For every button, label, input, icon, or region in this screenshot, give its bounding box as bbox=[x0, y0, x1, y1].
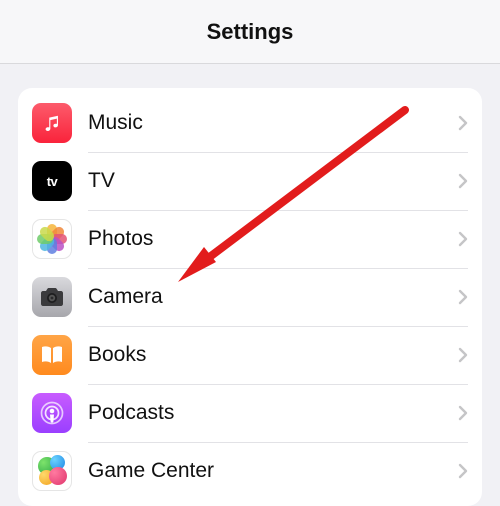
chevron-right-icon bbox=[458, 463, 468, 479]
chevron-right-icon bbox=[458, 173, 468, 189]
page-title: Settings bbox=[207, 19, 294, 45]
row-label: Camera bbox=[88, 285, 452, 309]
books-icon bbox=[32, 335, 72, 375]
chevron-right-icon bbox=[458, 405, 468, 421]
music-icon bbox=[32, 103, 72, 143]
settings-row-camera[interactable]: Camera bbox=[18, 268, 482, 326]
row-label: Photos bbox=[88, 227, 452, 251]
chevron-right-icon bbox=[458, 347, 468, 363]
photos-icon bbox=[32, 219, 72, 259]
header: Settings bbox=[0, 0, 500, 64]
row-label: Game Center bbox=[88, 459, 452, 483]
row-label: Podcasts bbox=[88, 401, 452, 425]
settings-row-books[interactable]: Books bbox=[18, 326, 482, 384]
chevron-right-icon bbox=[458, 115, 468, 131]
row-label: TV bbox=[88, 169, 452, 193]
chevron-right-icon bbox=[458, 231, 468, 247]
camera-icon bbox=[32, 277, 72, 317]
chevron-right-icon bbox=[458, 289, 468, 305]
tv-icon: tv bbox=[32, 161, 72, 201]
row-label: Music bbox=[88, 111, 452, 135]
settings-row-photos[interactable]: Photos bbox=[18, 210, 482, 268]
row-label: Books bbox=[88, 343, 452, 367]
settings-group: Music tv TV Photos bbox=[18, 88, 482, 506]
settings-row-game-center[interactable]: Game Center bbox=[18, 442, 482, 500]
settings-row-podcasts[interactable]: Podcasts bbox=[18, 384, 482, 442]
settings-row-music[interactable]: Music bbox=[18, 94, 482, 152]
game-center-icon bbox=[32, 451, 72, 491]
settings-row-tv[interactable]: tv TV bbox=[18, 152, 482, 210]
music-glyph-icon bbox=[41, 112, 63, 134]
podcasts-icon bbox=[32, 393, 72, 433]
